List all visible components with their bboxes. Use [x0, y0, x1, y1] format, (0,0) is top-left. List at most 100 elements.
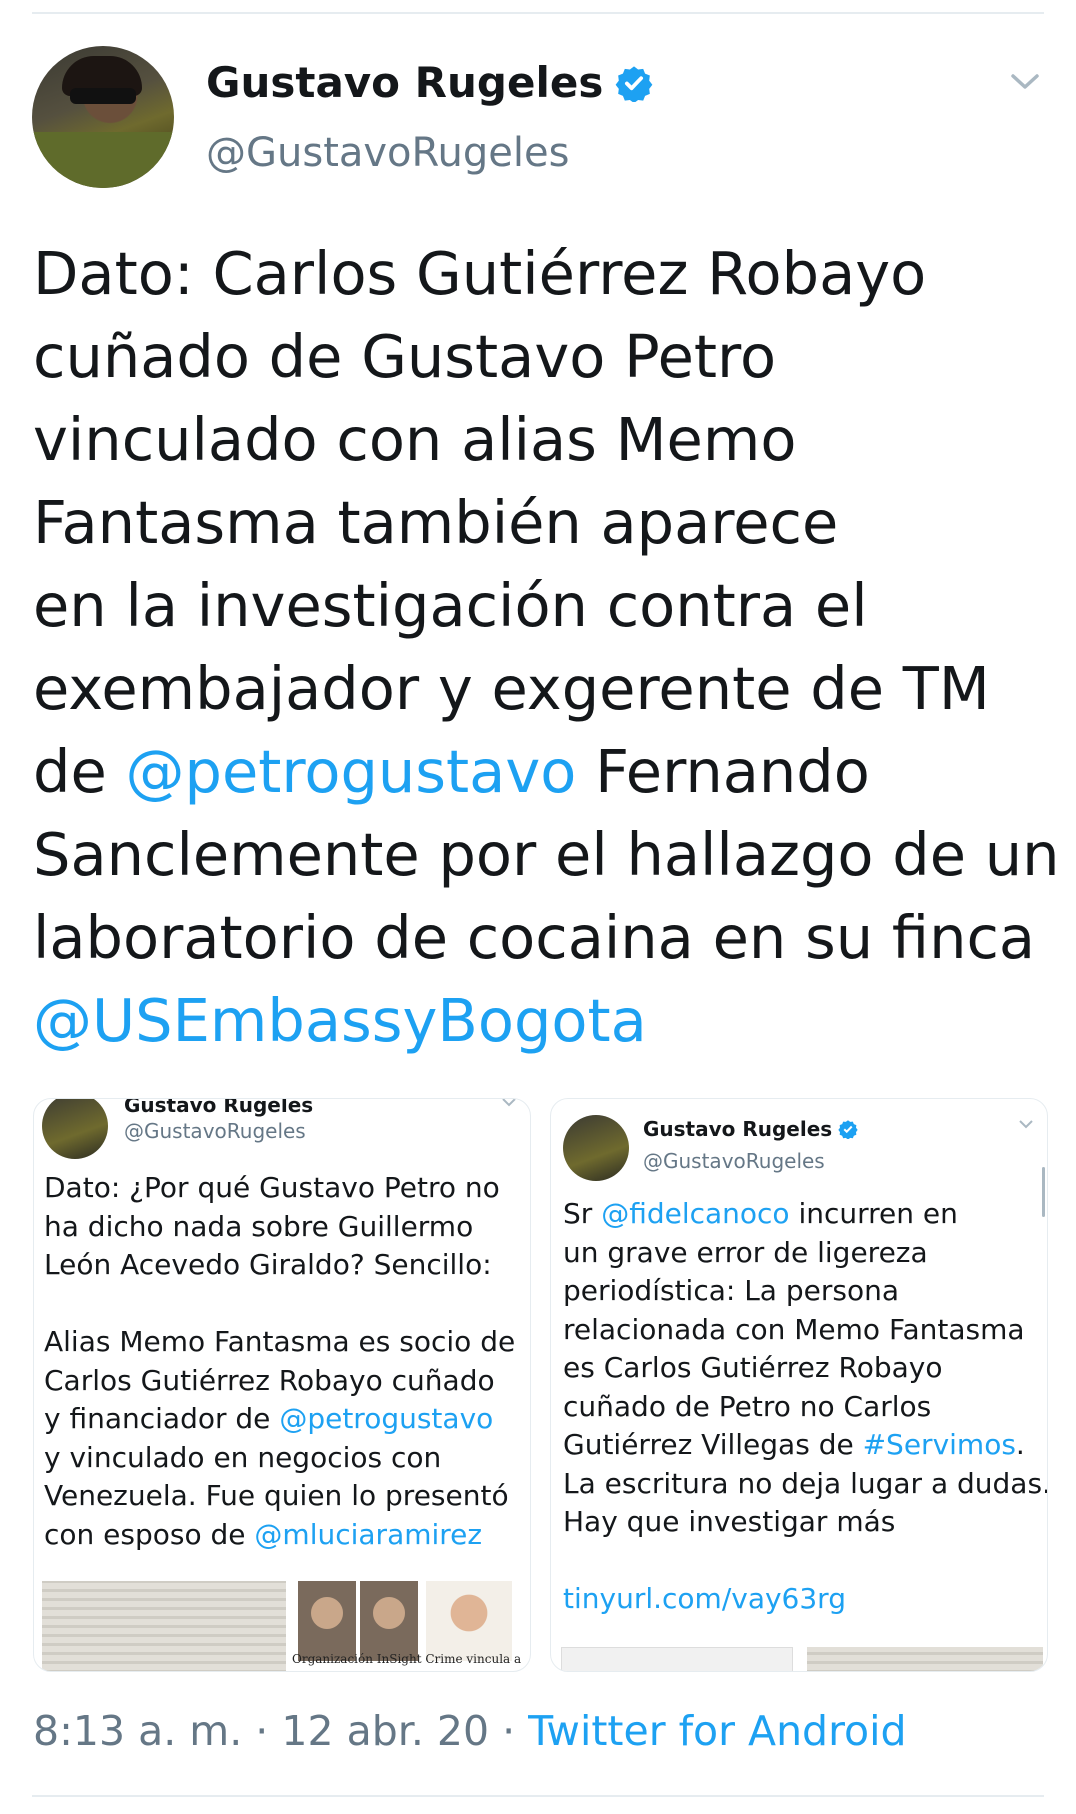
quoted-tweet-text: Sr @fidelcanoco incurren en un grave erro…	[563, 1195, 1047, 1619]
text-segment: cuñado de Gustavo Petro	[33, 322, 777, 391]
text-segment: periodística: La persona	[563, 1274, 899, 1307]
text-segment: relacionada con Memo Fantasma	[563, 1312, 1025, 1346]
text-line: y vinculado en negocios con	[44, 1439, 524, 1478]
text-segment: Gutiérrez Villegas de	[563, 1428, 863, 1461]
text-line: vinculado con alias Memo	[33, 398, 1043, 481]
tweet-source-link[interactable]: Twitter for Android	[528, 1707, 906, 1755]
text-line: La escritura no deja lugar a dudas.	[563, 1465, 1047, 1504]
quoted-author-name: Gustavo Rugeles	[643, 1117, 833, 1141]
text-line: y financiador de @petrogustavo	[44, 1400, 524, 1439]
text-segment: Sr	[563, 1197, 602, 1230]
mention-link[interactable]: @mluciaramirez	[254, 1518, 482, 1551]
text-line: @USEmbassyBogota	[33, 979, 1043, 1062]
text-line: periodística: La persona	[563, 1272, 1043, 1311]
photo-thumbnail	[298, 1581, 356, 1661]
bottom-divider	[32, 1795, 1044, 1797]
meta-separator: ·	[489, 1707, 529, 1755]
author-name-row[interactable]: Gustavo Rugeles	[206, 58, 653, 107]
text-line: un grave error de ligereza	[563, 1234, 1043, 1273]
mention-link[interactable]: @fidelcanoco	[601, 1197, 789, 1230]
text-segment: Fernando	[576, 737, 870, 806]
text-line: Dato: ¿Por qué Gustavo Petro no	[44, 1169, 524, 1208]
photo-thumbnail	[360, 1581, 418, 1661]
text-line: es Carlos Gutiérrez Robayo	[563, 1349, 1043, 1388]
chevron-down-icon	[502, 1099, 516, 1107]
top-divider	[32, 12, 1044, 14]
text-line: ha dicho nada sobre Guillermo	[44, 1208, 524, 1247]
quoted-author-handle: @GustavoRugeles	[124, 1119, 306, 1143]
quoted-author-avatar	[42, 1099, 108, 1159]
text-line: Sanclemente por el hallazgo de un	[33, 813, 1060, 896]
text-segment: laboratorio de cocaina en su finca	[33, 903, 1036, 972]
text-line: Dato: Carlos Gutiérrez Robayo	[33, 232, 1043, 315]
quoted-author-name: Gustavo Rugeles	[124, 1098, 314, 1117]
text-line: en la investigación contra el	[33, 564, 1043, 647]
document-thumbnail	[42, 1581, 286, 1671]
mention-link[interactable]: @USEmbassyBogota	[33, 986, 647, 1055]
text-segment: La escritura no deja lugar a dudas.	[563, 1466, 1048, 1500]
text-line: cuñado de Gustavo Petro	[33, 315, 1043, 398]
mention-link[interactable]: @petrogustavo	[126, 737, 577, 806]
text-segment: de	[33, 737, 126, 806]
tweet-body: Dato: Carlos Gutiérrez Robayo cuñado de G…	[33, 232, 1060, 1062]
text-line: Fantasma también aparece	[33, 481, 1043, 564]
chevron-down-icon	[1019, 1120, 1033, 1129]
text-segment: Alias Memo Fantasma es socio de	[44, 1325, 516, 1358]
text-segment: Sanclemente por el hallazgo de un	[33, 820, 1060, 889]
text-line: de @petrogustavo Fernando	[33, 730, 1043, 813]
quoted-tweet-card-2[interactable]: Gustavo Rugeles @GustavoRugeles Sr @fide…	[550, 1098, 1048, 1672]
quoted-author-name-row: Gustavo Rugeles	[643, 1117, 858, 1141]
text-segment: Venezuela. Fue quien lo presentó	[44, 1479, 509, 1512]
text-segment: Carlos Gutiérrez Robayo cuñado	[44, 1363, 495, 1397]
text-segment: vinculado con alias Memo	[33, 405, 797, 474]
text-segment: Hay que investigar más	[563, 1505, 896, 1538]
tweet-date[interactable]: 12 abr. 20	[281, 1707, 489, 1755]
text-line: relacionada con Memo Fantasma	[563, 1311, 1043, 1350]
text-segment: es Carlos Gutiérrez Robayo	[563, 1351, 943, 1384]
text-line: Carlos Gutiérrez Robayo cuñado	[44, 1362, 524, 1401]
text-line: cuñado de Petro no Carlos	[563, 1388, 1043, 1427]
text-line: Sr @fidelcanoco incurren en	[563, 1195, 1043, 1234]
author-avatar[interactable]	[32, 46, 174, 188]
text-segment: en la investigación contra el	[33, 571, 868, 640]
quoted-tweet-text: Dato: ¿Por qué Gustavo Petro no ha dicho …	[44, 1169, 524, 1554]
text-segment: León Acevedo Giraldo? Sencillo:	[44, 1248, 492, 1281]
tweet-time[interactable]: 8:13 a. m.	[33, 1707, 242, 1755]
author-name[interactable]: Gustavo Rugeles	[206, 58, 603, 107]
quoted-author-avatar	[563, 1115, 629, 1181]
text-line: Hay que investigar más	[563, 1503, 1043, 1542]
text-segment: .	[1015, 1428, 1025, 1461]
text-segment: Dato: ¿Por qué Gustavo Petro no	[44, 1171, 500, 1204]
quoted-author-handle: @GustavoRugeles	[643, 1149, 825, 1173]
text-segment: Dato: Carlos Gutiérrez Robayo	[33, 239, 927, 308]
meta-separator: ·	[242, 1707, 282, 1755]
text-line: Venezuela. Fue quien lo presentó	[44, 1477, 524, 1516]
text-segment: con esposo de	[44, 1517, 255, 1551]
text-segment: incurren en	[789, 1197, 958, 1230]
document-thumbnail	[807, 1647, 1043, 1671]
quoted-tweet-card-1[interactable]: Gustavo Rugeles @GustavoRugeles Dato: ¿P…	[33, 1098, 531, 1672]
text-line: Gutiérrez Villegas de #Servimos.	[563, 1426, 1043, 1465]
text-segment: cuñado de Petro no Carlos	[563, 1389, 932, 1423]
photo-thumbnail	[426, 1581, 512, 1661]
mention-link[interactable]: @petrogustavo	[279, 1402, 493, 1435]
text-segment: y vinculado en negocios con	[44, 1440, 442, 1474]
text-segment: Fantasma también aparece	[33, 488, 839, 557]
text-line: exembajador y exgerente de TM	[33, 647, 1043, 730]
text-line: con esposo de @mluciaramirez	[44, 1516, 524, 1555]
image-caption: Organización InSight Crime vincula a	[292, 1652, 522, 1666]
text-line: tinyurl.com/vay63rg	[563, 1580, 1043, 1619]
mention-link[interactable]: #Servimos	[863, 1428, 1016, 1461]
text-line: Alias Memo Fantasma es socio de	[44, 1323, 524, 1362]
verified-badge-icon	[838, 1120, 858, 1139]
verified-badge-icon	[615, 65, 653, 102]
text-segment: exembajador y exgerente de TM	[33, 654, 990, 723]
text-line: León Acevedo Giraldo? Sencillo:	[44, 1246, 524, 1285]
chevron-down-icon[interactable]	[1010, 72, 1040, 92]
text-segment: un grave error de ligereza	[563, 1235, 928, 1269]
text-segment: y financiador de	[44, 1402, 280, 1435]
mention-link[interactable]: tinyurl.com/vay63rg	[563, 1582, 846, 1615]
author-handle[interactable]: @GustavoRugeles	[206, 130, 569, 176]
